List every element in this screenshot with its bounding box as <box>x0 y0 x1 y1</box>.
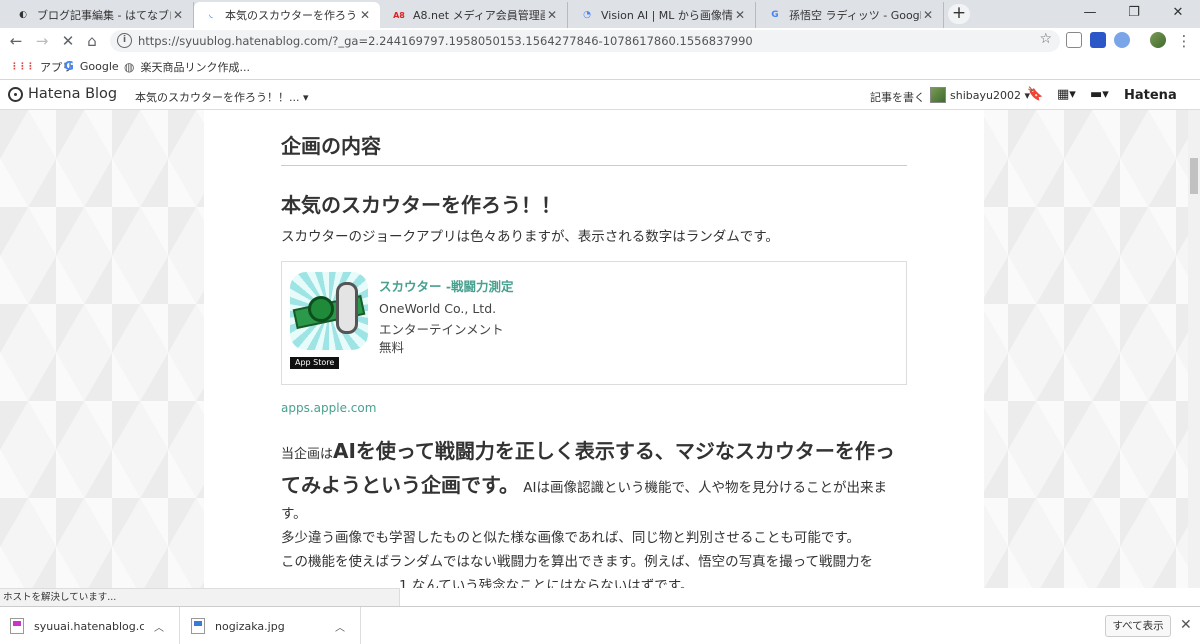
menu-kebab-icon[interactable]: ⋮ <box>1174 31 1194 51</box>
download-item[interactable]: nogizaka.jpg ︿ <box>181 607 361 644</box>
body-line: 1 なんていう残念なことにはならないはずです。 <box>399 578 694 588</box>
tab-title: Vision AI | ML から画像情報を引き <box>601 9 733 22</box>
html-file-icon <box>10 618 24 634</box>
download-item[interactable]: syuuai.hatenablog.c....t... ︿ <box>0 607 180 644</box>
hatena-logo-icon <box>8 86 23 102</box>
site-info-icon[interactable]: i <box>117 33 132 48</box>
user-menu[interactable]: shibayu2002 ▾ <box>950 89 1030 102</box>
close-shelf-icon[interactable]: ✕ <box>1180 617 1192 633</box>
page-background: 企画の内容 本気のスカウターを作ろう！！ スカウターのジョークアプリは色々ありま… <box>0 110 1188 588</box>
scouter-app-icon[interactable] <box>290 272 368 350</box>
bookmark-rakuten-link[interactable]: ◍ 楽天商品リンク作成... <box>124 59 250 75</box>
app-price: 無料 <box>379 340 405 355</box>
tab-strip: ◐ ブログ記事編集 - はてなブログ ✕ ◟ 本気のスカウターを作ろう！！漫画キ… <box>0 0 1200 28</box>
chevron-up-icon[interactable]: ︿ <box>335 619 345 634</box>
scrollbar-thumb[interactable] <box>1190 158 1198 194</box>
tab-close-icon[interactable]: ✕ <box>171 8 185 22</box>
tab-close-icon[interactable]: ✕ <box>733 8 747 22</box>
section-heading: 企画の内容 <box>281 134 381 158</box>
home-icon[interactable]: ⌂ <box>82 31 102 51</box>
apple-source-link[interactable]: apps.apple.com <box>281 401 376 415</box>
show-all-downloads-button[interactable]: すべて表示 <box>1105 615 1171 637</box>
app-category: エンターテインメント <box>379 322 504 337</box>
app-name-link[interactable]: スカウター -戦闘力測定 <box>379 276 514 295</box>
tab-close-icon[interactable]: ✕ <box>921 8 935 22</box>
tab-google-search[interactable]: G 孫悟空 ラディッツ - Google 検索 ✕ <box>758 2 944 28</box>
tab-title: 本気のスカウターを作ろう！！漫画キャ <box>225 9 358 22</box>
google-icon: G <box>64 59 74 73</box>
tab-close-icon[interactable]: ✕ <box>358 8 372 22</box>
download-filename: nogizaka.jpg <box>215 619 285 633</box>
loading-spinner-icon: ◟ <box>209 10 213 20</box>
profile-avatar-icon[interactable] <box>1150 32 1166 48</box>
a8-favicon-icon: A8 <box>393 10 405 20</box>
app-developer: OneWorld Co., Ltd. <box>379 301 497 316</box>
stop-loading-icon[interactable]: ✕ <box>58 31 78 51</box>
tab-vision-ai[interactable]: ◔ Vision AI | ML から画像情報を引き ✕ <box>570 2 756 28</box>
google-cloud-favicon-icon: ◔ <box>583 10 591 20</box>
forward-arrow-icon[interactable]: → <box>32 31 52 51</box>
extension-feather-icon[interactable] <box>1114 32 1130 48</box>
tab-title: ブログ記事編集 - はてなブログ <box>37 9 171 22</box>
tab-scouter-post[interactable]: ◟ 本気のスカウターを作ろう！！漫画キャ ✕ <box>194 2 380 28</box>
message-icon[interactable]: ▬▾ <box>1090 87 1109 102</box>
page-scrollbar[interactable] <box>1188 110 1200 588</box>
close-window-button[interactable]: ✕ <box>1156 0 1200 28</box>
maximize-button[interactable]: ❐ <box>1112 0 1156 28</box>
extension-info-icon[interactable] <box>1090 32 1106 48</box>
image-file-icon <box>191 618 205 634</box>
back-arrow-icon[interactable]: ← <box>6 31 26 51</box>
apps-grid-icon[interactable]: ▦▾ <box>1057 87 1076 102</box>
bookmarks-bar: ⋮⋮⋮ アプリ G Google ◍ 楽天商品リンク作成... <box>0 54 1200 80</box>
chevron-up-icon[interactable]: ︿ <box>154 619 164 634</box>
address-bar[interactable]: i https://syuublog.hatenablog.com/?_ga=2… <box>110 30 1060 52</box>
bookmark-google[interactable]: G Google <box>64 59 119 73</box>
extension-page-icon[interactable] <box>1066 32 1082 48</box>
hatena-global-header: Hatena Blog 本気のスカウターを作ろう！！... ▾ 記事を書く sh… <box>0 80 1200 110</box>
write-post-link[interactable]: 記事を書く <box>870 89 925 105</box>
status-bubble: ホストを解決しています... <box>0 588 400 606</box>
bookmark-label: Google <box>79 59 119 73</box>
notification-bookmark-icon[interactable]: 🔖 <box>1027 87 1043 102</box>
body-line: この機能を使えばランダムではない戦闘力を算出できます。例えば、悟空の写真を撮って… <box>281 554 873 570</box>
minimize-button[interactable]: — <box>1068 0 1112 28</box>
browser-toolbar: ← → ✕ ⌂ i https://syuublog.hatenablog.co… <box>0 28 1200 54</box>
bookmark-label: 楽天商品リンク作成... <box>140 61 250 74</box>
intro-paragraph: スカウターのジョークアプリは色々ありますが、表示される数字はランダムです。 <box>281 229 779 245</box>
user-avatar[interactable] <box>930 87 946 103</box>
hatena-favicon-icon: ◐ <box>19 10 27 20</box>
download-shelf: syuuai.hatenablog.c....t... ︿ nogizaka.j… <box>0 606 1200 644</box>
apps-grid-icon: ⋮⋮⋮ <box>10 62 35 72</box>
body-paragraph: 当企画はAIを使って戦闘力を正しく表示する、マジなスカウターを作ってみようという… <box>281 434 907 588</box>
article-heading: 本気のスカウターを作ろう！！ <box>281 193 561 217</box>
globe-icon: ◍ <box>124 60 135 74</box>
download-filename: syuuai.hatenablog.c....t... <box>34 619 144 633</box>
tab-title: 孫悟空 ラディッツ - Google 検索 <box>789 9 921 22</box>
new-tab-button[interactable]: + <box>948 4 970 24</box>
tab-close-icon[interactable]: ✕ <box>545 8 559 22</box>
url-text[interactable]: https://syuublog.hatenablog.com/?_ga=2.2… <box>138 34 753 48</box>
tab-title: A8.net メディア会員管理画面：楽天 <box>413 9 545 22</box>
blog-selector-dropdown[interactable]: 本気のスカウターを作ろう！！... ▾ <box>135 89 309 105</box>
article-column: 企画の内容 本気のスカウターを作ろう！！ スカウターのジョークアプリは色々ありま… <box>204 110 984 588</box>
heading-divider <box>281 165 907 166</box>
app-store-badge[interactable]: App Store <box>290 357 340 369</box>
tab-a8net[interactable]: A8 A8.net メディア会員管理画面：楽天 ✕ <box>382 2 568 28</box>
hatena-brand-link[interactable]: Hatena <box>1124 88 1177 103</box>
google-favicon-icon: G <box>771 10 779 20</box>
hatena-blog-logo[interactable]: Hatena Blog <box>8 86 117 102</box>
bookmark-star-icon[interactable]: ☆ <box>1039 31 1052 47</box>
tab-blog-edit[interactable]: ◐ ブログ記事編集 - はてなブログ ✕ <box>6 2 194 28</box>
app-store-embed-card[interactable]: App Store スカウター -戦闘力測定 OneWorld Co., Ltd… <box>281 261 907 385</box>
body-line: 多少違う画像でも学習したものと似た様な画像であれば、同じ物と判別させることも可能… <box>281 530 861 546</box>
